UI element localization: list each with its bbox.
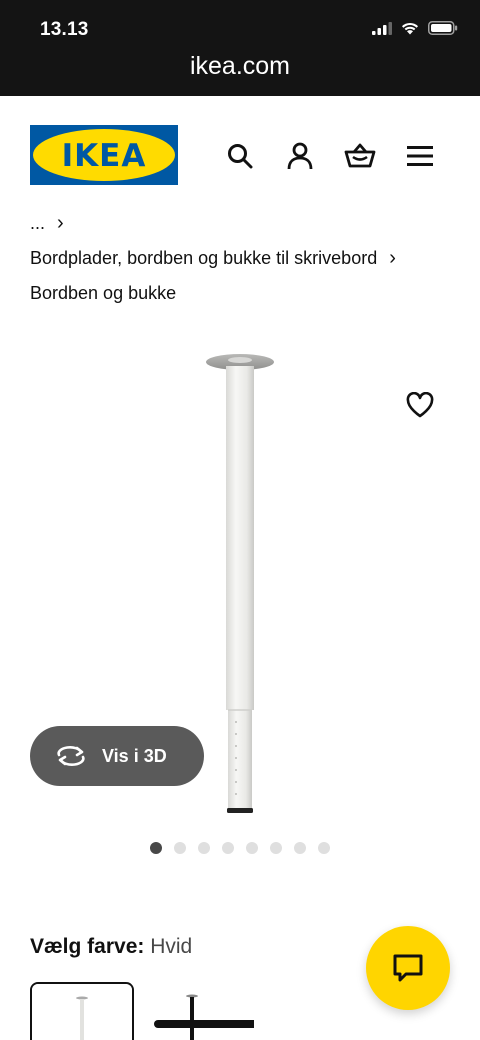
favorite-button[interactable] <box>400 385 440 425</box>
account-icon <box>287 142 313 170</box>
carousel-dot[interactable] <box>318 842 330 854</box>
view-3d-button[interactable]: Vis i 3D <box>30 726 204 786</box>
color-label-title: Vælg farve: <box>30 935 145 958</box>
status-time: 13.13 <box>40 19 89 40</box>
carousel-dot[interactable] <box>150 842 162 854</box>
breadcrumb-label: Bordplader, bordben og bukke til skriveb… <box>30 248 378 268</box>
color-swatch-white[interactable] <box>30 982 134 1040</box>
logo-text: IKEA <box>62 138 147 174</box>
site-header: IKEA <box>0 96 480 216</box>
carousel-dot[interactable] <box>222 842 234 854</box>
breadcrumb-label: Bordben og bukke <box>30 283 177 303</box>
breadcrumb-item-ellipsis[interactable]: ... › <box>30 212 64 235</box>
color-selector-label: Vælg farve: Hvid <box>30 935 192 959</box>
basket-icon <box>344 143 376 168</box>
search-button[interactable] <box>220 136 260 176</box>
status-icons <box>372 21 458 35</box>
signal-icon <box>372 22 392 35</box>
black-leg-thumbnail <box>154 994 254 1040</box>
carousel-dot[interactable] <box>198 842 210 854</box>
ikea-logo[interactable]: IKEA <box>30 125 178 185</box>
chevron-right-icon: › <box>389 247 396 269</box>
carousel-dot[interactable] <box>270 842 282 854</box>
search-icon <box>228 144 253 169</box>
rotate-3d-icon <box>57 746 85 766</box>
breadcrumb-item-current[interactable]: Bordben og bukke <box>30 283 176 304</box>
carousel-dots <box>150 842 330 854</box>
carousel-dot[interactable] <box>294 842 306 854</box>
white-leg-thumbnail <box>32 984 132 1040</box>
view-3d-label: Vis i 3D <box>102 745 167 766</box>
color-swatch-black[interactable] <box>150 982 254 1040</box>
account-button[interactable] <box>280 136 320 176</box>
breadcrumb-label: ... <box>30 213 46 233</box>
heart-icon <box>406 392 434 418</box>
url-bar[interactable]: ikea.com <box>0 52 480 81</box>
carousel-dot[interactable] <box>174 842 186 854</box>
basket-button[interactable] <box>340 136 380 176</box>
menu-button[interactable] <box>400 136 440 176</box>
carousel-dot[interactable] <box>246 842 258 854</box>
wifi-icon <box>402 22 418 35</box>
breadcrumb-item-category[interactable]: Bordplader, bordben og bukke til skriveb… <box>30 247 396 270</box>
menu-icon <box>407 146 433 166</box>
browser-chrome: 13.13 ikea.com <box>0 0 480 96</box>
chat-icon <box>393 954 423 982</box>
battery-icon <box>428 21 458 35</box>
color-value: Hvid <box>150 935 193 958</box>
chevron-right-icon: › <box>57 212 64 234</box>
chat-button[interactable] <box>366 926 450 1010</box>
